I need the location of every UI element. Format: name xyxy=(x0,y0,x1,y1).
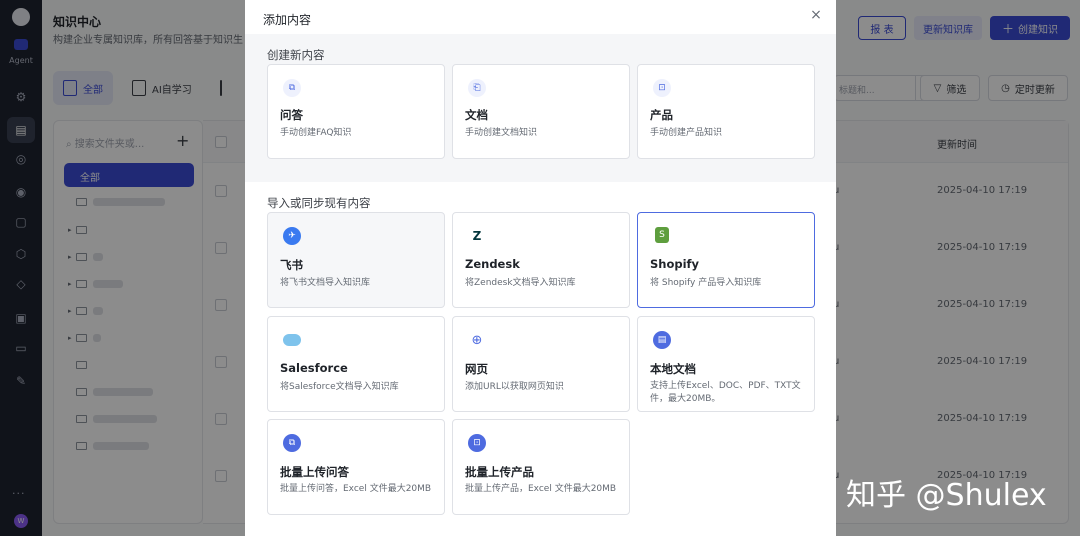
card-document[interactable]: ⎗ 文档 手动创建文档知识 xyxy=(452,64,630,159)
card-name: 本地文档 xyxy=(650,362,696,376)
card-local-file[interactable]: ▤ 本地文档 支持上传Excel、DOC、PDF、TXT文件，最大20MB。 xyxy=(637,316,815,412)
card-desc: 支持上传Excel、DOC、PDF、TXT文件，最大20MB。 xyxy=(650,381,801,404)
card-name: Salesforce xyxy=(280,361,348,375)
card-webpage[interactable]: ⊕ 网页 添加URL以获取网页知识 xyxy=(452,316,630,412)
shopify-icon: S xyxy=(655,227,669,243)
create-section: 创建新内容 ⧉ 问答 手动创建FAQ知识 ⎗ 文档 手动创建文档知识 ⊡ 产品 … xyxy=(245,34,836,182)
modal-title: 添加内容 xyxy=(263,13,312,27)
card-name: Zendesk xyxy=(465,257,520,271)
salesforce-icon xyxy=(283,334,301,346)
card-bulk-product[interactable]: ⊡ 批量上传产品 批量上传产品，Excel 文件最大20MB xyxy=(452,419,630,515)
globe-icon: ⊕ xyxy=(471,332,483,348)
card-shopify[interactable]: S Shopify 将 Shopify 产品导入知识库 xyxy=(637,212,815,308)
card-desc: 将飞书文档导入知识库 xyxy=(280,278,371,288)
card-feishu[interactable]: ✈ 飞书 将飞书文档导入知识库 xyxy=(267,212,445,308)
card-name: 批量上传产品 xyxy=(465,465,534,479)
card-desc: 将Salesforce文档导入知识库 xyxy=(280,382,399,392)
watermark: 知乎 @Shulex xyxy=(846,478,1047,513)
card-salesforce[interactable]: Salesforce 将Salesforce文档导入知识库 xyxy=(267,316,445,412)
card-qa[interactable]: ⧉ 问答 手动创建FAQ知识 xyxy=(267,64,445,159)
bulk-product-icon: ⊡ xyxy=(468,434,486,452)
zendesk-icon: Z xyxy=(472,229,482,243)
document-icon: ⎗ xyxy=(468,79,486,97)
card-zendesk[interactable]: Z Zendesk 将Zendesk文档导入知识库 xyxy=(452,212,630,308)
local-file-icon: ▤ xyxy=(653,331,671,349)
card-desc: 添加URL以获取网页知识 xyxy=(465,382,564,392)
card-name: Shopify xyxy=(650,257,700,271)
close-icon[interactable]: × xyxy=(808,7,824,23)
card-desc: 将 Shopify 产品导入知识库 xyxy=(650,278,762,288)
section-title-import: 导入或同步现有内容 xyxy=(267,196,371,210)
card-name: 批量上传问答 xyxy=(280,465,349,479)
product-icon: ⊡ xyxy=(653,79,671,97)
card-name: 飞书 xyxy=(280,258,303,272)
feishu-icon: ✈ xyxy=(283,227,301,245)
card-name: 文档 xyxy=(465,108,488,122)
card-desc: 手动创建产品知识 xyxy=(650,128,723,138)
card-product[interactable]: ⊡ 产品 手动创建产品知识 xyxy=(637,64,815,159)
bulk-qa-icon: ⧉ xyxy=(283,434,301,452)
add-content-modal: 添加内容 × 创建新内容 ⧉ 问答 手动创建FAQ知识 ⎗ 文档 手动创建文档知… xyxy=(245,0,836,536)
card-name: 问答 xyxy=(280,108,303,122)
qa-icon: ⧉ xyxy=(283,79,301,97)
card-desc: 批量上传产品，Excel 文件最大20MB xyxy=(465,484,617,494)
card-desc: 将Zendesk文档导入知识库 xyxy=(465,278,576,288)
card-desc: 手动创建文档知识 xyxy=(465,128,538,138)
card-name: 产品 xyxy=(650,108,673,122)
card-desc: 批量上传问答，Excel 文件最大20MB xyxy=(280,484,432,494)
section-title-create: 创建新内容 xyxy=(267,48,325,62)
card-desc: 手动创建FAQ知识 xyxy=(280,128,352,138)
card-bulk-qa[interactable]: ⧉ 批量上传问答 批量上传问答，Excel 文件最大20MB xyxy=(267,419,445,515)
card-name: 网页 xyxy=(465,362,488,376)
